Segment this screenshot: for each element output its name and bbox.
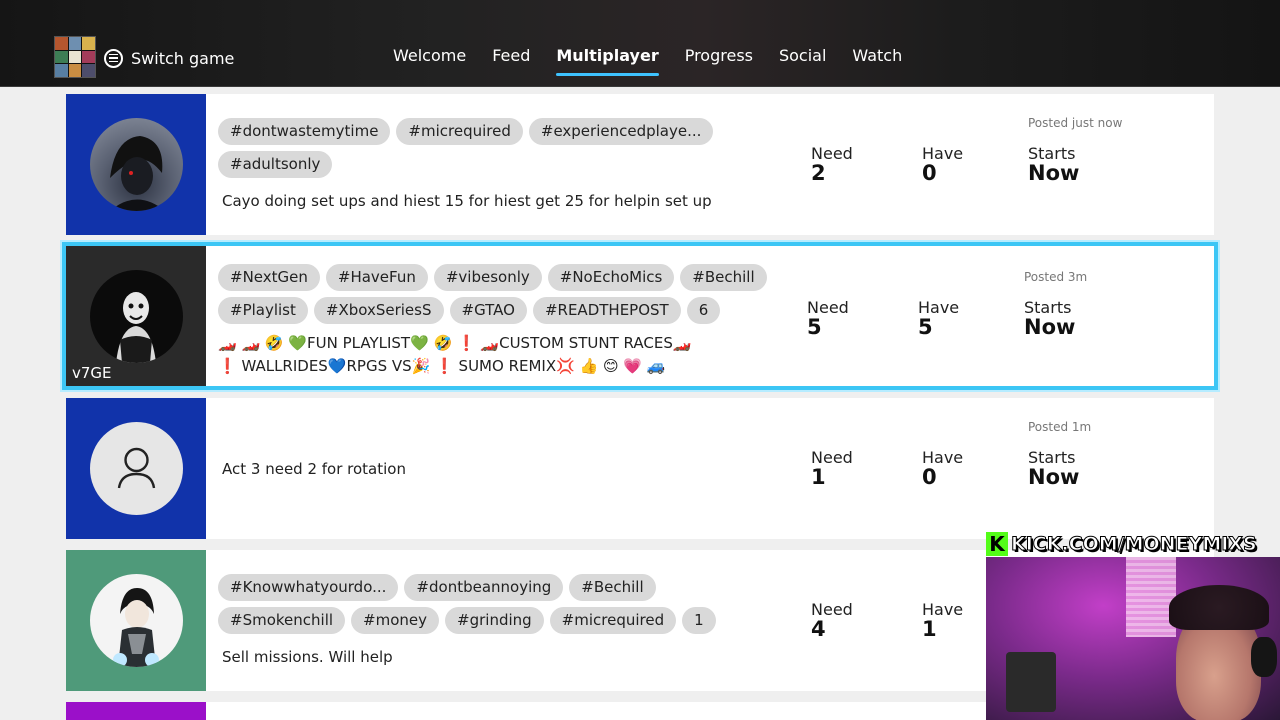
description-line: Cayo doing set ups and hiest 15 for hies… [222,192,712,210]
tag-chip[interactable]: #GTAO [449,297,527,324]
tag-chip[interactable]: #Bechill [680,264,767,291]
need-value: 5 [807,315,822,339]
have-value: 0 [922,465,937,489]
game-thumbnail[interactable] [54,36,96,78]
post-description: 🏎️ 🏎️ 🤣 💚FUN PLAYLIST💚 🤣 ❗ 🏎️CUSTOM STUN… [218,332,692,378]
tag-chip[interactable]: #experiencedplaye... [528,118,714,145]
kick-logo: K [986,532,1008,556]
avatar-image [113,588,159,667]
tab-watch[interactable]: Watch [852,44,902,74]
avatar-panel [66,550,206,691]
have-value: 5 [918,315,933,339]
headset-icon [1251,637,1277,677]
tag-chip[interactable]: #micrequired [396,118,523,145]
description-line: 🏎️ 🏎️ 🤣 💚FUN PLAYLIST💚 🤣 ❗ 🏎️CUSTOM STUN… [218,334,692,352]
need-value: 1 [811,465,826,489]
post-description: Sell missions. Will help [222,646,393,669]
lfg-post[interactable]: #dontwastemytime #micrequired #experienc… [66,94,1214,235]
have-count: Have 1 [922,600,963,640]
need-count: Need 5 [807,298,849,338]
need-count: Need 2 [811,144,853,184]
tag-chip[interactable]: #dontwastemytime [218,118,391,145]
start-time: Starts Now [1024,298,1075,338]
start-time: Starts Now [1028,144,1079,184]
avatar [90,574,183,667]
tag-chip[interactable]: #grinding [445,607,544,634]
post-description: Act 3 need 2 for rotation [222,458,406,481]
have-count: Have 5 [918,298,959,338]
webcam-feed [986,557,1280,720]
starts-value: Now [1028,161,1080,185]
have-value: 1 [922,617,937,641]
switch-game-button[interactable]: Switch game [104,44,234,72]
posted-time: Posted 1m [1028,420,1092,434]
tab-bar: Welcome Feed Multiplayer Progress Social… [393,44,928,76]
tab-feed[interactable]: Feed [492,44,530,74]
need-count: Need 1 [811,448,853,488]
kick-url: KICK.COM/MONEYMIXS [1011,533,1258,556]
tag-list: #NextGen #HaveFun #vibesonly #NoEchoMics… [218,264,788,330]
tag-chip[interactable]: #NextGen [218,264,320,291]
more-tags-count[interactable]: 1 [682,607,716,634]
lfg-post-selected[interactable]: v7GE #NextGen #HaveFun #vibesonly #NoEch… [62,242,1218,390]
tab-welcome[interactable]: Welcome [393,44,466,74]
have-count: Have 0 [922,144,963,184]
tag-chip[interactable]: #READTHEPOST [532,297,681,324]
tab-social[interactable]: Social [779,44,826,74]
tab-multiplayer[interactable]: Multiplayer [556,44,660,76]
kick-banner: K KICK.COM/MONEYMIXS [986,530,1280,558]
avatar-panel [66,702,206,720]
desk-object [1006,652,1056,712]
starts-value: Now [1024,315,1076,339]
tag-chip[interactable]: #Bechill [569,574,656,601]
lfg-post[interactable]: Act 3 need 2 for rotation Need 1 Have 0 … [66,398,1214,539]
have-value: 0 [922,161,937,185]
more-tags-count[interactable]: 6 [686,297,721,324]
need-value: 4 [811,617,826,641]
avatar-panel [66,398,206,539]
tag-chip[interactable]: #Smokenchill [218,607,346,634]
avatar [90,118,183,211]
tag-chip[interactable]: #Knowwhatyourdo... [218,574,399,601]
need-count: Need 4 [811,600,853,640]
window-blinds [1126,557,1176,637]
tag-chip[interactable]: #Playlist [218,297,308,324]
menu-icon [104,48,123,68]
description-line: ❗ WALLRIDES💙RPGS VS🎉 ❗ SUMO REMIX💢 👍 😊 💗… [218,357,666,375]
avatar [90,270,183,363]
start-time: Starts Now [1028,448,1079,488]
tag-chip[interactable]: #micrequired [549,607,677,634]
avatar-image [110,136,165,211]
switch-game-label: Switch game [131,48,235,68]
description-line: Act 3 need 2 for rotation [222,460,406,478]
description-line: Sell missions. Will help [222,648,393,666]
starts-value: Now [1028,465,1080,489]
avatar-image [116,292,156,363]
tag-list: #dontwastemytime #micrequired #experienc… [218,118,788,184]
have-count: Have 0 [922,448,963,488]
tag-list: #Knowwhatyourdo... #dontbeannoying #Bech… [218,574,788,640]
tag-chip[interactable]: #money [351,607,440,634]
avatar-panel: v7GE [66,246,206,386]
posted-time: Posted 3m [1024,270,1088,284]
tag-chip[interactable]: #HaveFun [325,264,428,291]
avatar-panel [66,94,206,235]
tag-chip[interactable]: #dontbeannoying [404,574,564,601]
tag-chip[interactable]: #NoEchoMics [547,264,675,291]
avatar [90,422,183,515]
top-bar: Switch game Welcome Feed Multiplayer Pro… [0,0,1280,87]
tag-chip[interactable]: #XboxSeriesS [313,297,444,324]
tag-chip[interactable]: #adultsonly [218,151,333,178]
posted-time: Posted just now [1028,116,1123,130]
streamer-hair [1169,585,1269,630]
default-person-icon [117,447,156,489]
post-description: Cayo doing set ups and hiest 15 for hies… [222,190,712,213]
need-value: 2 [811,161,826,185]
gamertag[interactable]: v7GE [72,364,112,382]
tab-progress[interactable]: Progress [685,44,753,74]
tag-chip[interactable]: #vibesonly [433,264,542,291]
